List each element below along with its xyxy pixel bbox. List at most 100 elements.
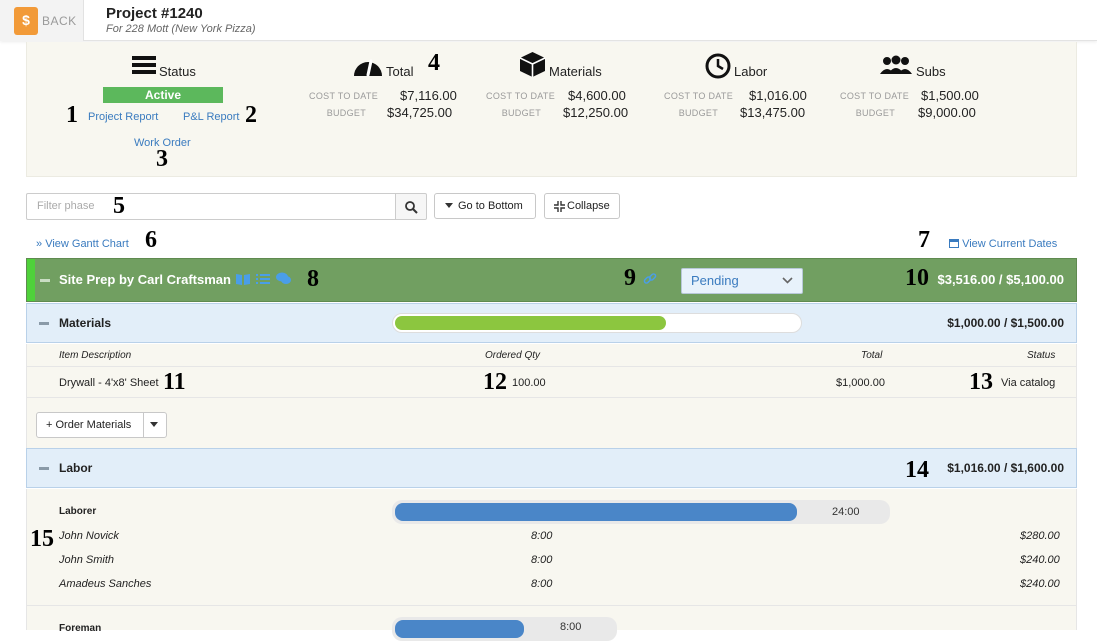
view-gantt-chart-label: View Gantt Chart xyxy=(45,238,129,250)
foreman-hours-bar: 8:00 xyxy=(392,617,617,641)
comments-icon[interactable] xyxy=(276,272,291,285)
collapse-label: Collapse xyxy=(567,200,610,212)
hamburger-icon xyxy=(132,56,156,74)
phase-status-select[interactable]: Pending xyxy=(681,268,803,294)
project-report-link[interactable]: Project Report xyxy=(88,111,158,123)
foreman-hours-total: 8:00 xyxy=(560,621,582,633)
invoice-dollar-icon: $ xyxy=(14,7,38,35)
worker-cost: $240.00 xyxy=(1020,578,1060,590)
worker-hours: 8:00 xyxy=(531,554,553,566)
col-header-total: Total xyxy=(861,350,883,361)
total-heading: Total xyxy=(386,64,414,79)
collapse-button[interactable]: Collapse xyxy=(544,193,620,219)
double-chevron-right-icon: » xyxy=(36,238,43,250)
go-to-bottom-button[interactable]: Go to Bottom xyxy=(434,193,536,219)
subs-heading: Subs xyxy=(916,64,946,79)
budget-label: BUDGET xyxy=(855,108,895,118)
materials-cost-to-date: $4,600.00 xyxy=(568,88,626,103)
col-header-description: Item Description xyxy=(59,350,132,361)
item-description: Drywall - 4'x8' Sheet xyxy=(59,377,159,389)
callout-number: 3 xyxy=(156,146,168,172)
clock-icon xyxy=(705,53,731,79)
view-current-dates-label: View Current Dates xyxy=(962,238,1058,250)
col-header-ordered-qty: Ordered Qty xyxy=(485,350,541,361)
materials-totals: $1,000.00 / $1,500.00 xyxy=(947,316,1064,330)
list-icon[interactable] xyxy=(256,273,270,285)
callout-number: 14 xyxy=(905,457,929,483)
status-heading: Status xyxy=(159,64,196,79)
divider xyxy=(143,413,144,437)
cost-to-date-label: COST TO DATE xyxy=(486,91,555,101)
view-gantt-chart-link[interactable]: » View Gantt Chart xyxy=(36,238,129,250)
materials-budget: $12,250.00 xyxy=(563,105,629,120)
pl-report-link[interactable]: P&L Report xyxy=(183,111,239,123)
callout-number: 13 xyxy=(969,369,993,395)
via-catalog-link[interactable]: Via catalog xyxy=(1001,377,1055,389)
subs-cost-to-date: $1,500.00 xyxy=(921,88,979,103)
compress-icon xyxy=(554,201,565,212)
materials-progress-bar xyxy=(392,313,802,333)
link-icon[interactable] xyxy=(643,272,657,286)
phase-status-value: Pending xyxy=(691,273,739,288)
callout-number: 7 xyxy=(918,227,930,253)
filter-phase-input[interactable]: Filter phase xyxy=(26,193,396,220)
chevron-down-icon xyxy=(782,277,793,284)
cost-to-date-label: COST TO DATE xyxy=(664,91,733,101)
labor-title: Labor xyxy=(59,461,93,475)
materials-section-header[interactable]: Materials $1,000.00 / $1,500.00 xyxy=(26,303,1077,343)
callout-number: 5 xyxy=(113,193,125,219)
page-subtitle: For 228 Mott (New York Pizza) xyxy=(106,23,256,35)
page-title: Project #1240 xyxy=(106,5,203,22)
labor-cost-to-date: $1,016.00 xyxy=(749,88,807,103)
labor-table: Laborer 24:00 John Novick 8:00 $280.00 J… xyxy=(26,489,1077,641)
budget-label: BUDGET xyxy=(326,108,366,118)
callout-number: 8 xyxy=(307,266,319,292)
collapse-minus-icon[interactable] xyxy=(39,322,49,325)
collapse-minus-icon[interactable] xyxy=(39,467,49,470)
worker-cost: $280.00 xyxy=(1020,530,1060,542)
col-header-status: Status xyxy=(1027,350,1056,361)
laborer-hours-fill xyxy=(395,503,797,521)
laborer-hours-bar: 24:00 xyxy=(392,500,890,524)
callout-number: 1 xyxy=(66,102,78,128)
search-icon xyxy=(405,201,418,214)
calendar-icon xyxy=(949,239,959,248)
ordered-qty-link[interactable]: 100.00 xyxy=(512,377,546,389)
book-icon[interactable] xyxy=(236,273,250,285)
callout-number: 11 xyxy=(163,369,186,395)
caret-down-icon[interactable] xyxy=(150,422,158,428)
budget-label: BUDGET xyxy=(678,108,718,118)
back-label: BACK xyxy=(42,14,77,28)
search-button[interactable] xyxy=(395,193,427,220)
foreman-hours-fill xyxy=(395,620,524,638)
materials-progress-fill xyxy=(395,316,666,330)
gauge-icon xyxy=(354,59,382,77)
callout-number: 12 xyxy=(483,369,507,395)
phase-accent-bar xyxy=(27,259,35,301)
go-to-bottom-label: Go to Bottom xyxy=(458,200,523,212)
labor-role: Laborer xyxy=(59,506,97,517)
labor-role: Foreman xyxy=(59,623,102,634)
status-badge: Active xyxy=(103,87,223,103)
worker-name: Amadeus Sanches xyxy=(59,578,152,590)
order-materials-button-group: + Order Materials xyxy=(36,412,167,438)
worker-name: John Novick xyxy=(59,530,119,542)
order-materials-button[interactable]: + Order Materials xyxy=(46,413,131,437)
worker-hours: 8:00 xyxy=(531,530,553,542)
cost-to-date-label: COST TO DATE xyxy=(840,91,909,101)
callout-number: 6 xyxy=(145,227,157,253)
view-current-dates-link[interactable]: View Current Dates xyxy=(949,238,1057,250)
callout-number: 9 xyxy=(624,265,636,291)
labor-heading: Labor xyxy=(734,64,768,79)
back-button[interactable]: $ BACK xyxy=(0,0,84,41)
callout-number: 4 xyxy=(428,50,440,76)
total-budget: $34,725.00 xyxy=(387,105,453,120)
phase-title: Site Prep by Carl Craftsman xyxy=(59,272,231,287)
collapse-minus-icon[interactable] xyxy=(40,279,50,282)
box-icon xyxy=(519,52,546,77)
worker-name: John Smith xyxy=(59,554,115,566)
callout-number: 15 xyxy=(30,526,54,552)
labor-totals: $1,016.00 / $1,600.00 xyxy=(947,461,1064,475)
phase-totals: $3,516.00 / $5,100.00 xyxy=(937,272,1064,287)
materials-heading: Materials xyxy=(549,64,602,79)
